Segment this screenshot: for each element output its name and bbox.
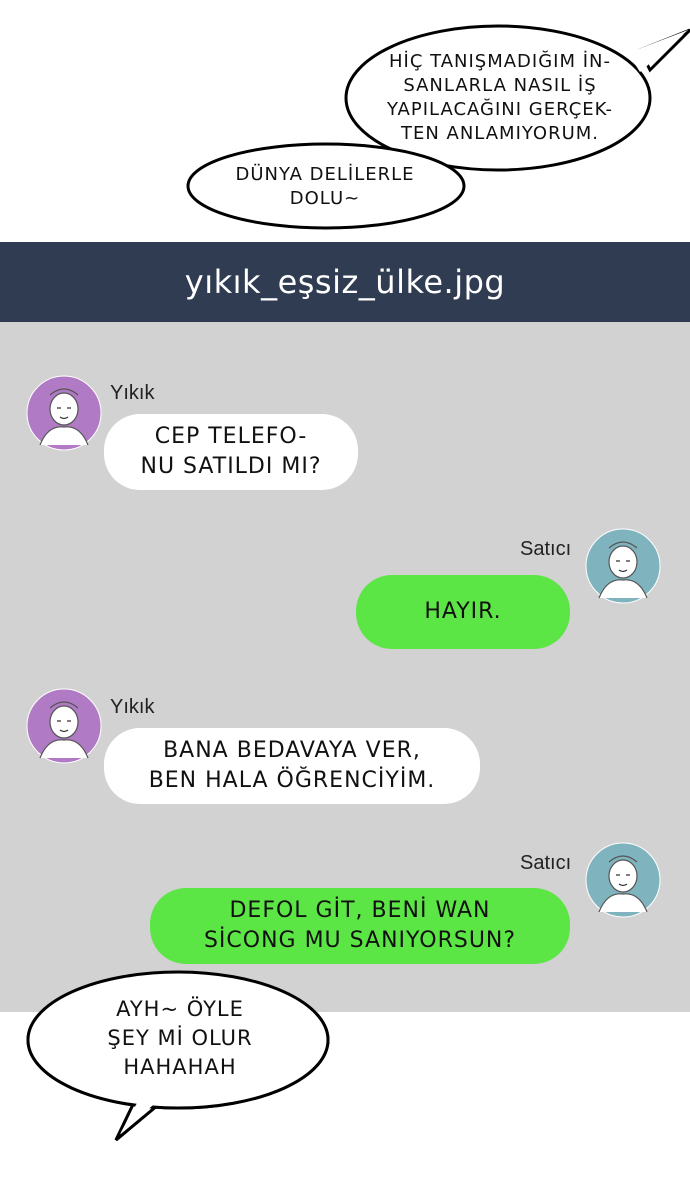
outgoing-message: DEFOL GİT, BENİ WAN SİCONG MU SANIYORSUN…: [150, 888, 570, 964]
yikik-avatar-icon: [26, 688, 102, 764]
outgoing-message: HAYIR.: [356, 575, 570, 649]
incoming-message: BANA BEDAVAYA VER, BEN HALA ÖĞRENCİYİM.: [104, 728, 480, 804]
file-header-bar: yıkık_eşsiz_ülke.jpg: [0, 242, 690, 322]
speech-bubble-1-shape: [637, 28, 690, 73]
speech-bubble-3-text: AYH~ ÖYLE ŞEY Mİ OLUR HAHAHAH: [107, 997, 253, 1079]
satici-avatar-icon: [585, 842, 661, 918]
sender-name: Satıcı: [520, 852, 572, 874]
sender-name: Yıkık: [110, 382, 155, 404]
speech-bubble-2-text: DÜNYA DELİLERLE DOLU~: [235, 164, 415, 209]
sender-name: Yıkık: [110, 696, 155, 718]
speech-bubble-1-text: HİÇ TANIŞMADIĞIM İN- SANLARLA NASIL İŞ Y…: [386, 51, 614, 144]
satici-avatar-icon: [585, 528, 661, 604]
speech-bubble-3-shape: [114, 1088, 174, 1142]
chat-area: Yıkık CEP TELEFO- NU SATILDI MI? Satıcı …: [0, 322, 690, 1012]
yikik-avatar-icon: [26, 375, 102, 451]
sender-name: Satıcı: [520, 538, 572, 560]
header-title: yıkık_eşsiz_ülke.jpg: [184, 263, 506, 301]
incoming-message: CEP TELEFO- NU SATILDI MI?: [104, 414, 358, 490]
